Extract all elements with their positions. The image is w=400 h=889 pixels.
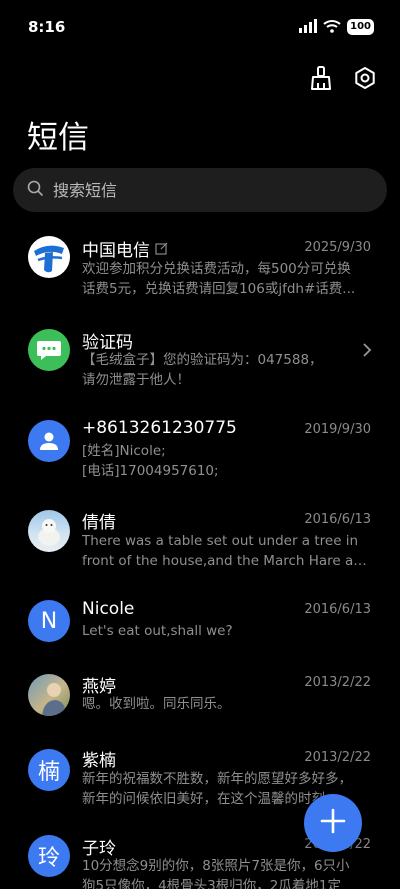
conversation-preview: 【毛绒盒子】您的验证码为：047588， 请勿泄露于他人！ bbox=[82, 352, 323, 388]
conversation-preview: 嗯。收到啦。同乐同乐。 bbox=[82, 696, 231, 712]
conversation-date: 2016/6/13 bbox=[304, 512, 371, 527]
conversation-item[interactable]: 燕婷 2013/2/22 嗯。收到啦。同乐同乐。 bbox=[0, 664, 400, 734]
message-bubble-icon bbox=[28, 329, 70, 371]
avatar-photo bbox=[28, 674, 70, 716]
search-icon bbox=[27, 180, 43, 200]
clean-brush-icon[interactable] bbox=[308, 64, 334, 92]
avatar-photo bbox=[28, 510, 70, 552]
plus-icon bbox=[320, 808, 346, 838]
top-actions bbox=[308, 64, 378, 92]
conversation-name: 紫楠 bbox=[82, 751, 116, 771]
conversation-date: 2019/9/30 bbox=[304, 422, 371, 437]
search-input[interactable] bbox=[53, 180, 353, 200]
person-icon bbox=[28, 420, 70, 462]
status-time: 8:16 bbox=[28, 18, 66, 36]
conversation-name: 倩倩 bbox=[82, 513, 116, 533]
conversation-name: Nicole bbox=[82, 599, 135, 619]
conversation-preview: [姓名]Nicole; [电话]17004957610; bbox=[82, 443, 219, 479]
avatar-initial: N bbox=[28, 600, 70, 642]
status-icons: 100 bbox=[299, 18, 374, 36]
conversation-item[interactable]: 验证码 【毛绒盒子】您的验证码为：047588， 请勿泄露于他人！ bbox=[0, 316, 400, 407]
conversation-list: 中国电信 2025/9/30 欢迎参加积分兑换话费活动，每500分可兑换 话费5… bbox=[0, 224, 400, 889]
page-title: 短信 bbox=[27, 120, 89, 156]
conversation-date: 2025/9/30 bbox=[304, 240, 371, 255]
conversation-preview: 欢迎参加积分兑换话费活动，每500分可兑换 话费5元，兑换话费请回复106或jf… bbox=[82, 261, 356, 297]
conversation-item[interactable]: 倩倩 2016/6/13 There was a table set out u… bbox=[0, 497, 400, 587]
new-message-button[interactable] bbox=[304, 794, 362, 852]
settings-gear-icon[interactable] bbox=[352, 64, 378, 92]
search-bar[interactable] bbox=[13, 168, 387, 212]
conversation-name: +8613261230775 bbox=[82, 418, 237, 438]
conversation-date: 2016/6/13 bbox=[304, 602, 371, 617]
status-bar: 8:16 100 bbox=[0, 0, 400, 56]
china-telecom-logo bbox=[28, 236, 70, 278]
conversation-preview: Let's eat out,shall we? bbox=[82, 623, 233, 639]
wifi-icon bbox=[323, 18, 341, 37]
battery-icon: 100 bbox=[347, 19, 374, 35]
conversation-item[interactable]: +8613261230775 2019/9/30 [姓名]Nicole; [电话… bbox=[0, 407, 400, 497]
conversation-item[interactable]: N Nicole 2016/6/13 Let's eat out,shall w… bbox=[0, 587, 400, 664]
conversation-name: 中国电信 bbox=[82, 236, 168, 261]
signal-icon bbox=[299, 18, 318, 37]
conversation-date: 2013/2/22 bbox=[304, 675, 371, 690]
conversation-item[interactable]: 中国电信 2025/9/30 欢迎参加积分兑换话费活动，每500分可兑换 话费5… bbox=[0, 224, 400, 316]
conversation-date: 2013/2/22 bbox=[304, 750, 371, 765]
conversation-preview: There was a table set out under a tree i… bbox=[82, 533, 374, 569]
avatar-initial: 玲 bbox=[28, 835, 70, 877]
avatar-initial: 楠 bbox=[28, 749, 70, 791]
chevron-right-icon[interactable] bbox=[362, 342, 372, 362]
edit-note-icon bbox=[155, 241, 168, 261]
conversation-preview: 10分想念9别的你，8张照片7张是你，6只小 狗5只像你，4根骨头3根归你，2瓜… bbox=[82, 858, 350, 889]
